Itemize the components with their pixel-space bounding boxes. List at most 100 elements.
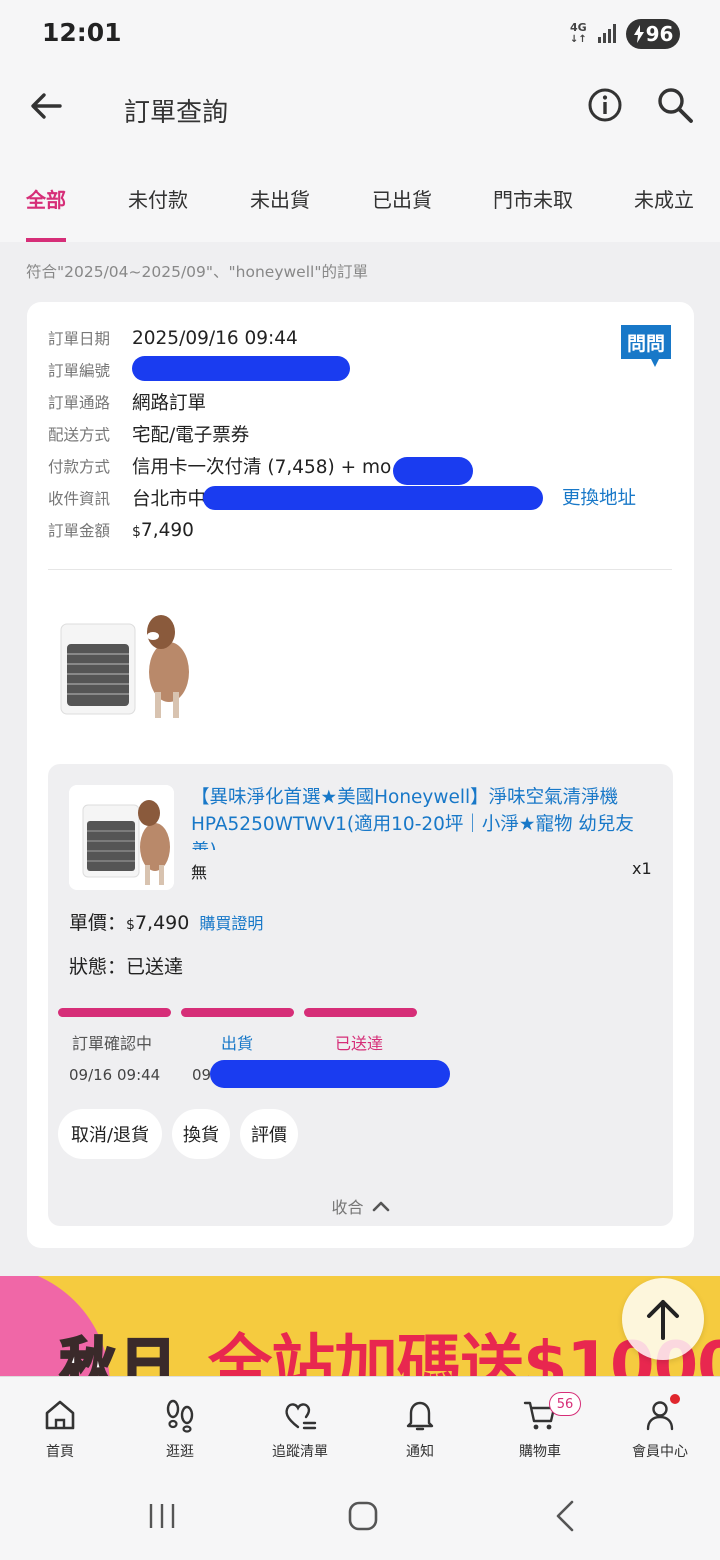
chevron-up-icon <box>372 1201 389 1212</box>
clock: 12:01 <box>42 18 122 47</box>
order-channel-row: 訂單通路 網路訂單 <box>48 387 206 417</box>
signal-icon <box>598 24 616 43</box>
system-navigation-bar <box>0 1472 720 1560</box>
redaction-mark <box>203 486 543 510</box>
change-address-link[interactable]: 更換地址 <box>562 484 636 510</box>
exchange-button[interactable]: 換貨 <box>172 1109 230 1159</box>
divider <box>48 569 672 570</box>
tab-all[interactable]: 全部 <box>26 184 66 213</box>
nav-wishlist[interactable]: 追蹤清單 <box>240 1377 360 1473</box>
order-amount-row: 訂單金額 $7,490 <box>48 515 194 545</box>
step-shipped-time: 09 <box>192 1066 212 1084</box>
banner-season-text: 秋日 <box>59 1332 180 1377</box>
recipient-info-row: 收件資訊 台北市中 <box>48 483 206 513</box>
field-label: 付款方式 <box>48 458 111 476</box>
search-icon[interactable] <box>656 86 694 124</box>
unit-price-label: 單價： <box>69 912 127 934</box>
unit-price-value: 7,490 <box>134 912 190 934</box>
delivery-method: 宅配/電子票券 <box>132 425 250 446</box>
order-card: 訂單日期 2025/09/16 09:44 訂單編號 訂單通路 網路訂單 配送方… <box>27 302 694 1248</box>
payment-method-row: 付款方式 信用卡一次付清 (7,458) + mo <box>48 451 391 481</box>
nav-cart[interactable]: 購物車 56 <box>480 1377 600 1473</box>
home-icon <box>45 1400 75 1430</box>
nav-home[interactable]: 首頁 <box>0 1377 120 1473</box>
promo-banner[interactable]: 秋日 全站加碼送$1000 <box>0 1276 720 1376</box>
system-back-icon[interactable] <box>548 1498 584 1534</box>
delivery-method-row: 配送方式 宅配/電子票券 <box>48 419 249 449</box>
status-bar: 12:01 4G ↓↑ 96 <box>0 0 720 70</box>
nav-label: 首頁 <box>46 1444 74 1460</box>
nav-member[interactable]: 會員中心 <box>600 1377 720 1473</box>
unit-price-row: 單價： $ 7,490 購買證明 <box>69 908 263 935</box>
redaction-mark <box>210 1060 450 1088</box>
step-delivered-label: 已送達 <box>335 1034 384 1053</box>
battery-indicator: 96 <box>626 19 680 49</box>
nav-explore[interactable]: 逛逛 <box>120 1377 240 1473</box>
nav-label: 追蹤清單 <box>272 1444 328 1460</box>
network-type: 4G ↓↑ <box>570 21 587 45</box>
recipient-address: 台北市中 <box>132 489 207 510</box>
order-tabs: 全部 未付款 未出貨 已出貨 門市未取 未成立 <box>0 160 720 242</box>
item-thumbnail[interactable] <box>69 785 174 890</box>
tab-not-established[interactable]: 未成立 <box>634 184 694 213</box>
progress-segment <box>181 1008 294 1017</box>
field-label: 訂單日期 <box>48 330 111 348</box>
page-title: 訂單查詢 <box>124 98 229 128</box>
collapse-toggle[interactable]: 收合 <box>48 1194 673 1218</box>
filter-summary: 符合"2025/04~2025/09"、"honeywell"的訂單 <box>26 263 368 281</box>
home-button-icon[interactable] <box>345 1498 381 1534</box>
heart-list-icon <box>285 1403 317 1430</box>
item-title-link[interactable]: 【異味淨化首選★美國Honeywell】淨味空氣清淨機 HPA5250WTWV1… <box>191 784 653 850</box>
nav-notifications[interactable]: 通知 <box>360 1377 480 1473</box>
footprints-icon <box>166 1399 194 1433</box>
ask-icon-text: 問問 <box>627 333 665 355</box>
active-tab-indicator <box>26 238 66 242</box>
tab-not-shipped[interactable]: 未出貨 <box>250 184 310 213</box>
charging-icon <box>633 25 644 43</box>
back-arrow-icon[interactable] <box>26 86 66 126</box>
notification-dot <box>670 1394 680 1404</box>
progress-segment <box>304 1008 417 1017</box>
currency-symbol: $ <box>126 917 135 933</box>
step-shipped-label: 出貨 <box>221 1034 254 1053</box>
order-number-row: 訂單編號 <box>48 355 132 385</box>
recent-apps-icon[interactable] <box>144 1498 180 1534</box>
cart-count-badge: 56 <box>549 1392 581 1416</box>
field-label: 訂單通路 <box>48 394 111 412</box>
redaction-mark <box>132 356 350 381</box>
item-quantity: x1 <box>632 859 652 878</box>
step-confirmed-time: 09/16 09:44 <box>69 1066 161 1084</box>
order-item: 【異味淨化首選★美國Honeywell】淨味空氣清淨機 HPA5250WTWV1… <box>48 764 673 1226</box>
review-button[interactable]: 評價 <box>240 1109 298 1159</box>
nav-label: 通知 <box>406 1444 434 1460</box>
scroll-to-top-button[interactable] <box>622 1278 704 1360</box>
order-date-row: 訂單日期 2025/09/16 09:44 <box>48 323 298 353</box>
payment-method: 信用卡一次付清 (7,458) + mo <box>132 457 392 478</box>
progress-segment <box>58 1008 171 1017</box>
tab-shipped[interactable]: 已出貨 <box>372 184 432 213</box>
currency-symbol: $ <box>132 523 141 540</box>
collapse-label: 收合 <box>331 1198 364 1217</box>
ask-chat-icon[interactable]: 問問 <box>619 323 673 369</box>
item-spec: 無 <box>191 863 208 882</box>
delivery-status: 狀態：已送達 <box>69 956 184 978</box>
step-confirmed-label: 訂單確認中 <box>72 1034 153 1053</box>
tab-unpaid[interactable]: 未付款 <box>128 184 188 213</box>
field-label: 收件資訊 <box>48 490 111 508</box>
bottom-navigation: 首頁 逛逛 追蹤清單 通知 購物車 56 會員中心 <box>0 1376 720 1472</box>
redaction-mark <box>393 457 473 485</box>
cancel-return-button[interactable]: 取消/退貨 <box>58 1109 162 1159</box>
order-amount: $7,490 <box>132 519 194 541</box>
order-date: 2025/09/16 09:44 <box>132 327 298 349</box>
info-icon[interactable] <box>586 86 624 124</box>
product-image[interactable] <box>57 602 191 720</box>
field-label: 訂單金額 <box>48 522 111 540</box>
tab-store-pickup[interactable]: 門市未取 <box>493 184 573 213</box>
nav-label: 逛逛 <box>166 1444 194 1460</box>
purchase-proof-link[interactable]: 購買證明 <box>199 910 263 934</box>
arrow-up-icon <box>647 1300 679 1340</box>
order-channel: 網路訂單 <box>132 393 207 414</box>
bell-icon <box>406 1401 434 1431</box>
field-label: 配送方式 <box>48 426 111 444</box>
app-bar: 訂單查詢 <box>0 70 720 160</box>
